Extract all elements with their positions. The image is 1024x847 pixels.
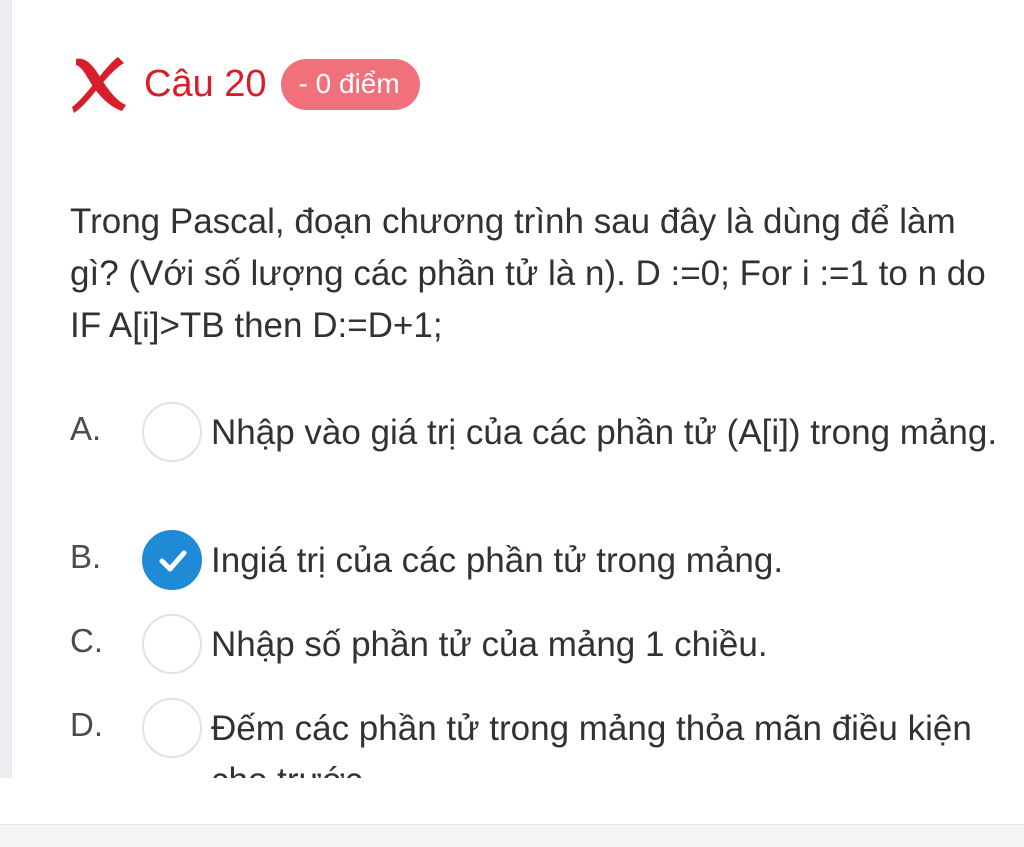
option-text: Nhập vào giá trị của các phần tử (A[i]) …: [211, 413, 998, 452]
radio-button[interactable]: [142, 402, 202, 462]
bottom-bar: [0, 824, 1024, 847]
radio-button-checked[interactable]: [142, 530, 202, 590]
option-text: Đếm các phần tử trong mảng thỏa mãn điều…: [211, 709, 972, 778]
option-c[interactable]: C. Nhập số phần tử của mảng 1 chiều.: [70, 612, 1010, 696]
question-header: Câu 20 - 0 điểm: [70, 52, 420, 116]
quiz-page: Câu 20 - 0 điểm Trong Pascal, đoạn chươn…: [0, 0, 1024, 847]
option-text: Ingiá trị của các phần tử trong mảng.: [211, 541, 784, 580]
option-letter: D.: [70, 706, 103, 743]
option-b[interactable]: B. Ingiá trị của các phần tử trong mảng.: [70, 528, 1010, 612]
option-d[interactable]: D. Đếm các phần tử trong mảng thỏa mãn đ…: [70, 696, 1010, 778]
option-text: Nhập số phần tử của mảng 1 chiều.: [211, 625, 768, 664]
score-badge: - 0 điểm: [280, 58, 420, 110]
option-letter: C.: [70, 622, 103, 659]
radio-button[interactable]: [142, 698, 202, 758]
left-border: [0, 0, 12, 778]
option-letter: B.: [70, 538, 102, 575]
answer-options: A. Nhập vào giá trị của các phần tử (A[i…: [70, 400, 1010, 778]
radio-button[interactable]: [142, 614, 202, 674]
option-a[interactable]: A. Nhập vào giá trị của các phần tử (A[i…: [70, 400, 1010, 528]
question-title: Câu 20: [144, 62, 267, 105]
checkmark-icon: [159, 550, 187, 572]
question-card: Câu 20 - 0 điểm Trong Pascal, đoạn chươn…: [12, 0, 1024, 778]
option-letter: A.: [70, 410, 102, 447]
question-text: Trong Pascal, đoạn chương trình sau đây …: [70, 202, 986, 345]
wrong-x-icon: [72, 57, 126, 113]
